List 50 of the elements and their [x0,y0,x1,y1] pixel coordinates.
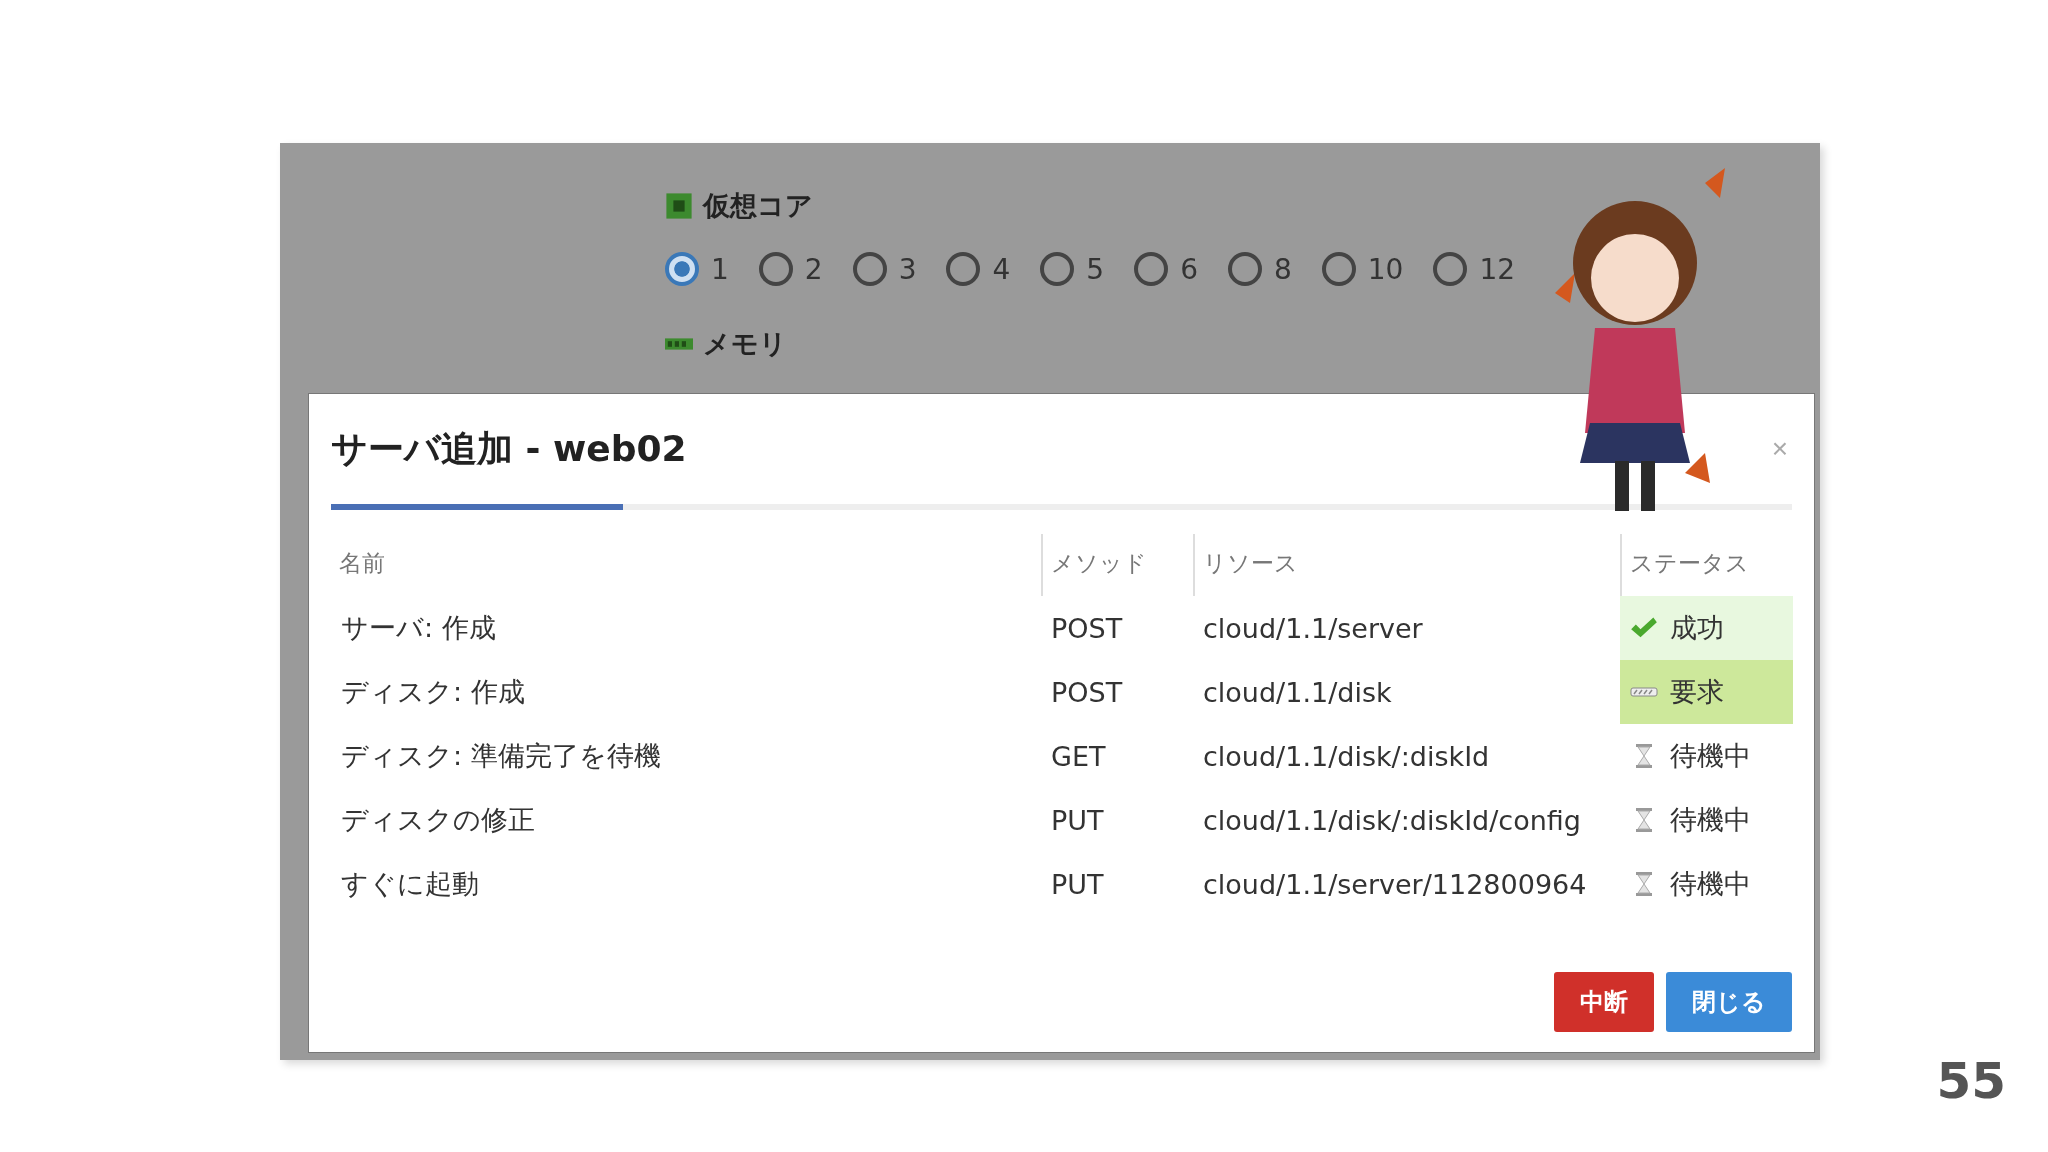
radio-button[interactable] [1321,252,1356,286]
radio-label: 4 [992,252,1011,286]
table-cell-text: ディスクの修正 [340,803,536,837]
table-cell-text: すぐに起動 [340,867,480,901]
column-header: リソース [1193,534,1620,596]
dialog-title: サーバ追加 - web02 [331,426,687,471]
table-cell-text: POST [1050,675,1124,710]
table-cell-text: cloud/1.1/server/112800964 [1202,867,1588,902]
table-cell-text: cloud/1.1/disk [1202,675,1393,710]
table-cell-text: GET [1050,739,1107,774]
table-cell-text: ディスク: 作成 [340,675,526,709]
radio-button[interactable] [852,252,887,286]
radio-button[interactable] [946,252,981,286]
table-cell-text: POST [1050,611,1124,646]
radio-button[interactable] [758,252,793,286]
chip-icon [665,192,693,220]
status-label: 成功 [1670,611,1724,645]
status-label: 要求 [1670,675,1724,709]
table-cell-text: cloud/1.1/disk/:diskId [1202,739,1491,774]
section-label: 仮想コア [703,189,813,223]
radio-label: 3 [898,252,917,286]
status-label: 待機中 [1670,739,1751,773]
status-label: 待機中 [1670,867,1751,901]
radio-button[interactable] [1134,252,1169,286]
table-cell-text: ディスク: 準備完了を待機 [340,739,662,773]
section-label: メモリ [703,327,787,361]
radio-label: 8 [1273,252,1292,286]
table-cell-text: cloud/1.1/server [1202,611,1424,646]
radio-label: 6 [1180,252,1198,286]
radio-label: 12 [1479,252,1516,286]
radio-button[interactable] [1433,252,1468,286]
table-cell-text: PUT [1050,803,1105,838]
table-cell-text: サーバ: 作成 [340,611,497,645]
status-label: 待機中 [1670,803,1751,837]
radio-label: 1 [711,252,729,286]
memory-icon [665,337,693,351]
column-header: 名前 [338,549,386,578]
radio-label: 10 [1367,252,1404,286]
radio-button[interactable] [1040,252,1075,286]
table-cell-text: PUT [1050,867,1105,902]
dialog-button[interactable]: 閉じる [1666,972,1792,1032]
close-button[interactable]: × [1767,433,1792,465]
table-cell-text: cloud/1.1/disk/:diskId/config [1202,803,1582,838]
dialog-button[interactable]: 中断 [1554,972,1654,1032]
radio-label: 5 [1086,252,1105,286]
radio-button[interactable] [1227,252,1262,286]
radio-label: 2 [804,252,823,286]
column-header: メソッド [1041,534,1193,596]
radio-button[interactable] [665,252,699,286]
page-number: 55 [1936,1052,2006,1110]
